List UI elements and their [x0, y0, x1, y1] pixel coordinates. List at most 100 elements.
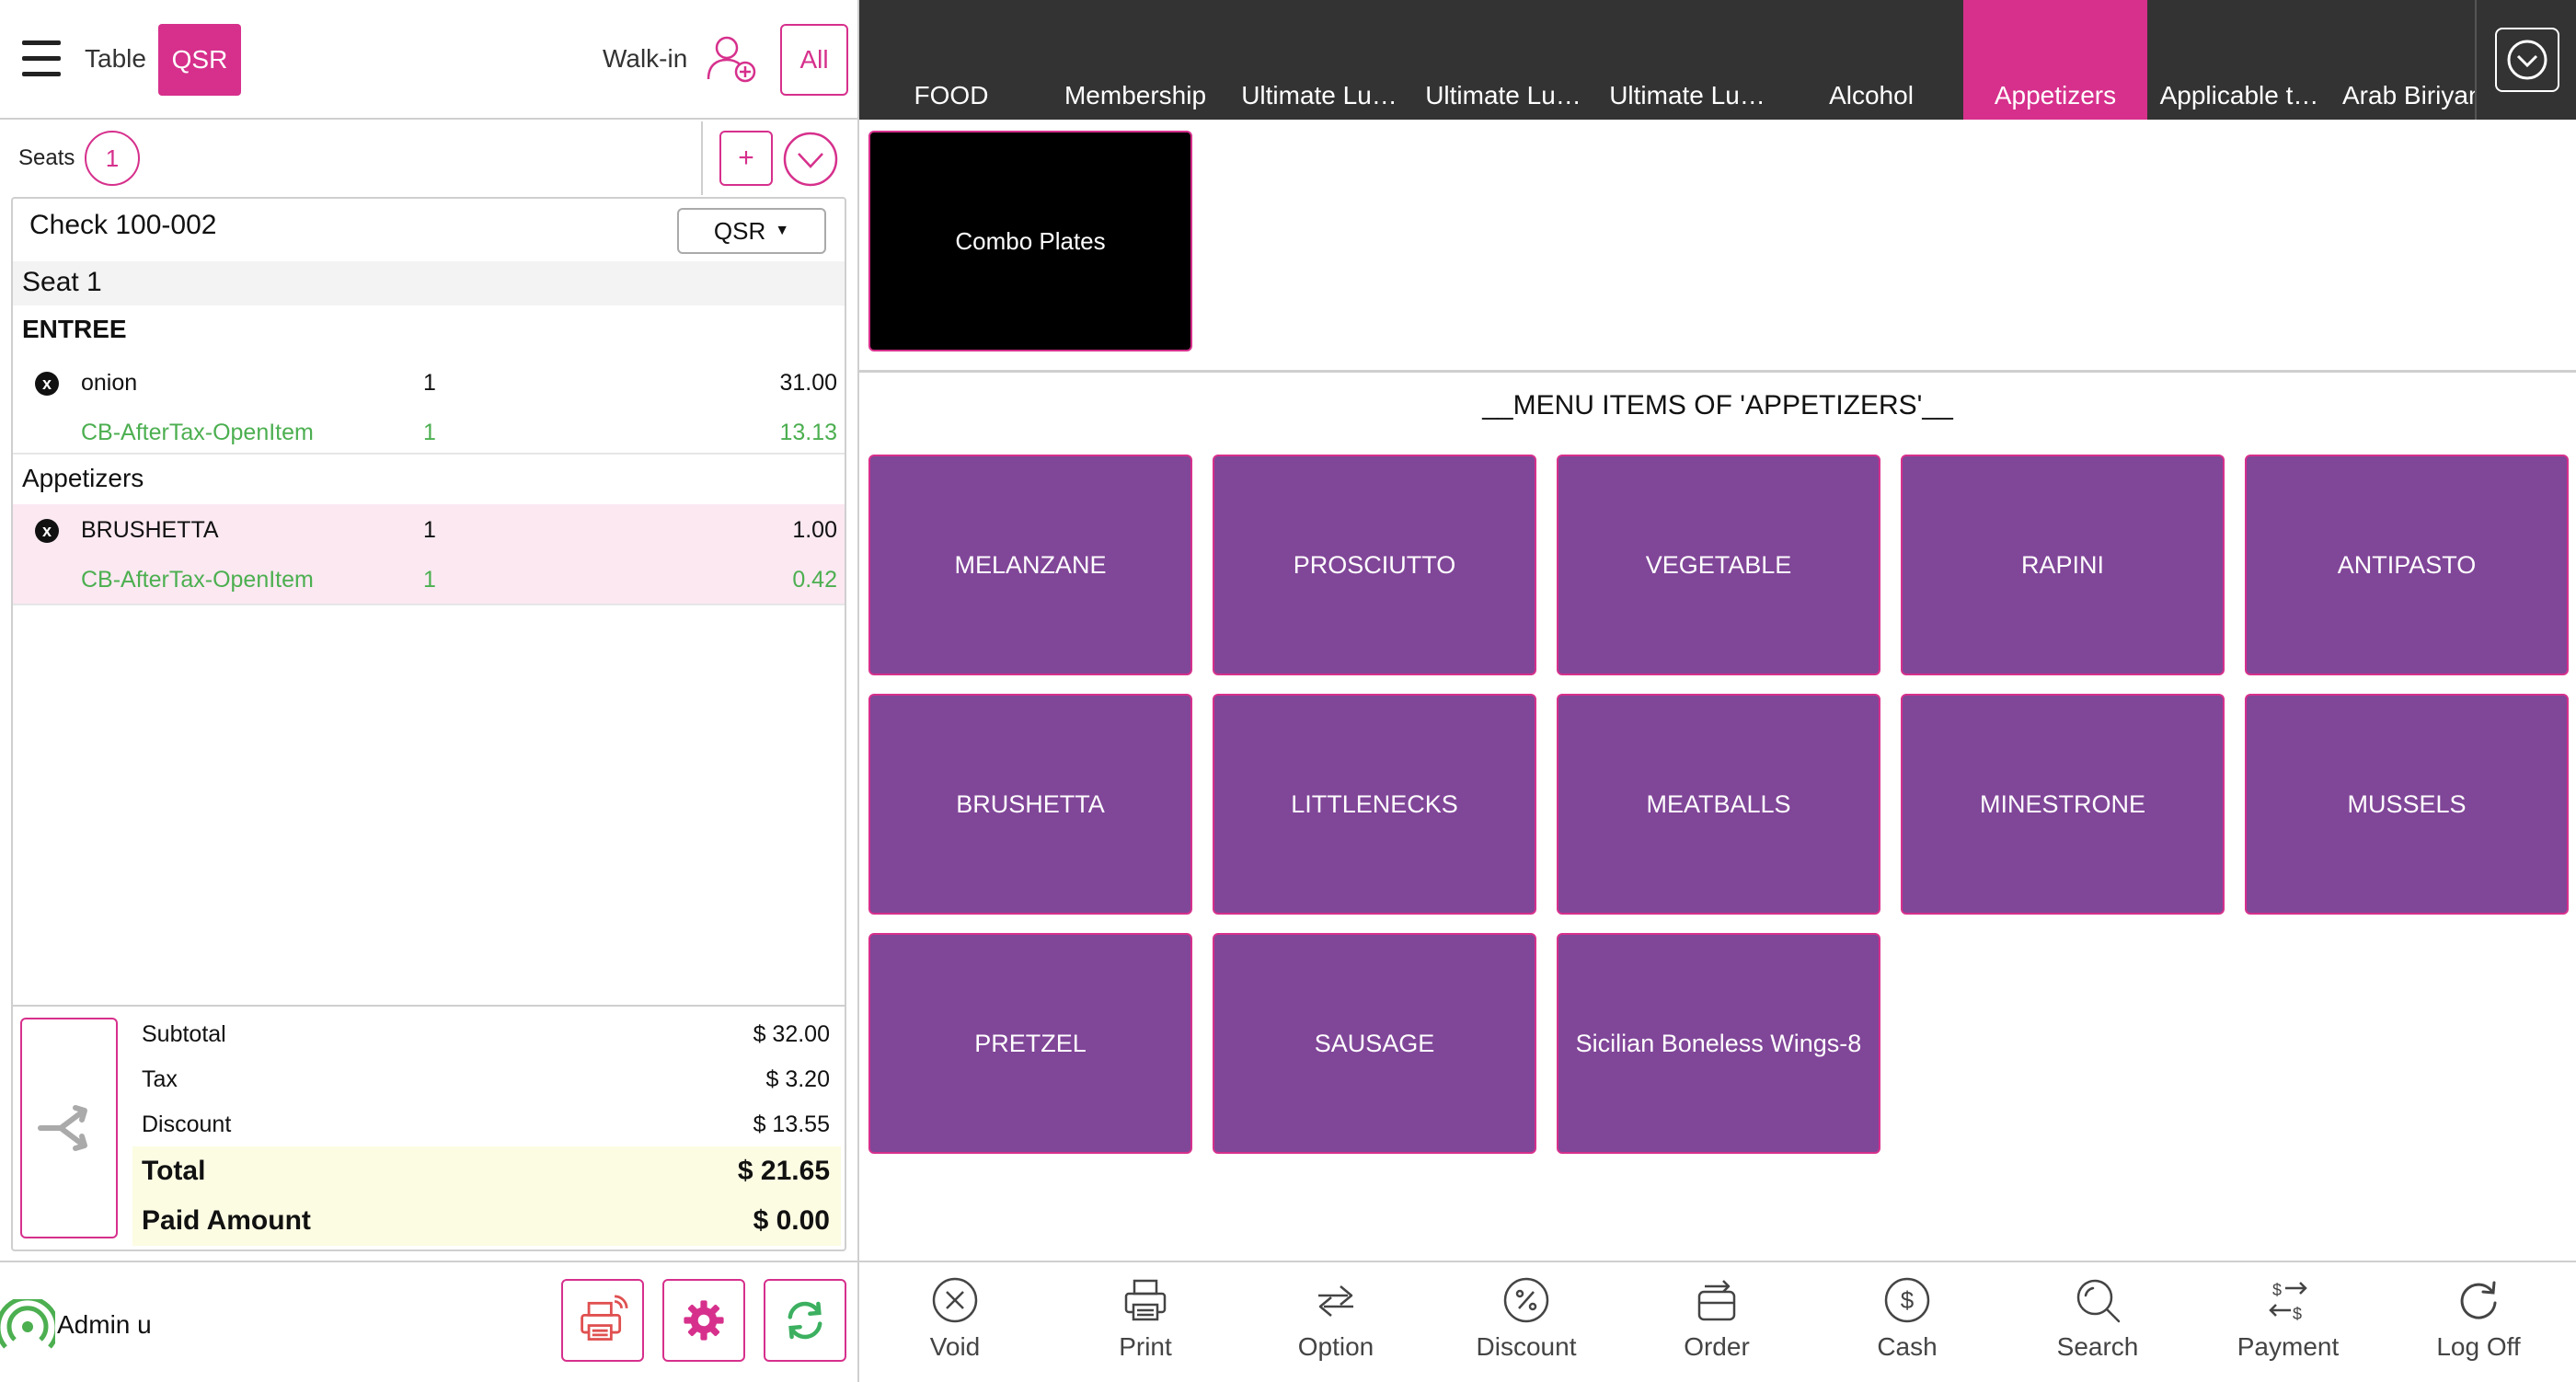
- order-modifier[interactable]: CB-AfterTax-OpenItem 1 13.13: [13, 407, 845, 456]
- order-item[interactable]: x onion 1 31.00: [13, 357, 845, 407]
- menu-item-meatballs[interactable]: MEATBALLS: [1557, 694, 1880, 915]
- tab-food[interactable]: FOOD: [859, 0, 1043, 120]
- user-name: Admin u: [57, 1310, 152, 1339]
- svg-text:$: $: [2272, 1281, 2282, 1299]
- discount-value: $ 13.55: [753, 1111, 830, 1137]
- discount-button[interactable]: Discount: [1431, 1275, 1622, 1376]
- order-modifier[interactable]: CB-AfterTax-OpenItem 1 0.42: [13, 554, 845, 604]
- item-name: BRUSHETTA: [81, 517, 219, 543]
- gear-icon[interactable]: [662, 1279, 745, 1362]
- menu-panel: FOOD Membership Ultimate Lu… Ultimate Lu…: [859, 0, 2576, 1382]
- category-tabs: FOOD Membership Ultimate Lu… Ultimate Lu…: [859, 0, 2576, 120]
- printer-icon[interactable]: [561, 1279, 644, 1362]
- chevron-down-icon[interactable]: [782, 131, 839, 188]
- option-button[interactable]: Option: [1240, 1275, 1432, 1376]
- search-icon: [2076, 1279, 2121, 1323]
- search-button[interactable]: Search: [2002, 1275, 2193, 1376]
- divider: [701, 121, 703, 195]
- menu-item-brushetta[interactable]: BRUSHETTA: [868, 694, 1192, 915]
- action-bar: Void Print Option Discount Order $ Cash …: [859, 1261, 2576, 1382]
- refresh-icon[interactable]: [764, 1279, 846, 1362]
- divider: [13, 453, 845, 455]
- modifier-qty: 1: [423, 420, 436, 445]
- tab-ultimate-lunch-1[interactable]: Ultimate Lu…: [1227, 0, 1411, 120]
- user-footer: Admin u: [0, 1261, 857, 1382]
- print-label: Print: [1119, 1332, 1172, 1361]
- order-button[interactable]: Order: [1621, 1275, 1812, 1376]
- search-label: Search: [2056, 1332, 2139, 1361]
- table-label[interactable]: Table: [85, 44, 146, 74]
- menu-item-mussels[interactable]: MUSSELS: [2245, 694, 2569, 915]
- item-qty: 1: [423, 517, 436, 543]
- tab-applicable[interactable]: Applicable t…: [2147, 0, 2331, 120]
- modifier-name: CB-AfterTax-OpenItem: [81, 420, 314, 445]
- menu-item-antipasto[interactable]: ANTIPASTO: [2245, 455, 2569, 675]
- payment-button[interactable]: $ $ Payment: [2192, 1275, 2384, 1376]
- total-label: Total: [142, 1156, 206, 1186]
- seats-bar: Seats 1 +: [0, 121, 857, 195]
- walkin-label: Walk-in: [603, 44, 688, 73]
- divider: [859, 370, 2576, 373]
- total-row: Total $ 21.65: [132, 1146, 841, 1196]
- add-seat-button[interactable]: +: [719, 131, 773, 186]
- chevron-down-icon[interactable]: [2495, 28, 2559, 92]
- subtotal-label: Subtotal: [142, 1021, 226, 1047]
- menu-section-title: __MENU ITEMS OF 'APPETIZERS'__: [1482, 390, 1953, 420]
- total-value: $ 21.65: [737, 1156, 830, 1186]
- add-customer-icon[interactable]: [705, 31, 762, 88]
- menu-item-melanzane[interactable]: MELANZANE: [868, 455, 1192, 675]
- split-icon: [38, 1105, 87, 1151]
- order-item[interactable]: x BRUSHETTA 1 1.00: [13, 504, 845, 554]
- hamburger-menu-icon[interactable]: [22, 40, 61, 77]
- menu-item-sausage[interactable]: SAUSAGE: [1213, 933, 1536, 1154]
- menu-item-littlenecks[interactable]: LITTLENECKS: [1213, 694, 1536, 915]
- modifier-price: 13.13: [779, 420, 837, 445]
- order-panel: Table QSR Walk-in All Seats 1 + Check 10…: [0, 0, 857, 1382]
- item-qty: 1: [423, 370, 436, 396]
- option-icon: [1318, 1285, 1353, 1317]
- discount-label: Discount: [1476, 1332, 1577, 1361]
- cash-label: Cash: [1877, 1332, 1938, 1361]
- menu-item-pretzel[interactable]: PRETZEL: [868, 933, 1192, 1154]
- tab-alcohol[interactable]: Alcohol: [1779, 0, 1963, 120]
- tab-membership[interactable]: Membership: [1043, 0, 1227, 120]
- order-icon: [1697, 1280, 1736, 1321]
- svg-text:$: $: [2293, 1305, 2302, 1323]
- print-button[interactable]: Print: [1050, 1275, 1241, 1376]
- section-title: Appetizers: [22, 464, 144, 492]
- menu-item-rapini[interactable]: RAPINI: [1901, 455, 2225, 675]
- seat-number-button[interactable]: 1: [85, 131, 140, 186]
- tab-ultimate-lunch-3[interactable]: Ultimate Lu…: [1595, 0, 1779, 120]
- tab-arab-biriyani[interactable]: Arab Biriyani: [2331, 0, 2478, 120]
- option-label: Option: [1297, 1332, 1374, 1361]
- subtotal-value: $ 32.00: [753, 1021, 830, 1047]
- divider: [13, 1005, 845, 1007]
- svg-text:$: $: [1901, 1286, 1915, 1314]
- section-title: ENTREE: [22, 315, 127, 343]
- logoff-button[interactable]: Log Off: [2383, 1275, 2574, 1376]
- qsr-button[interactable]: QSR: [158, 24, 241, 96]
- tab-appetizers[interactable]: Appetizers: [1963, 0, 2147, 120]
- check-title: Check 100-002: [29, 210, 217, 240]
- all-button[interactable]: All: [780, 24, 848, 96]
- tab-ultimate-lunch-2[interactable]: Ultimate Lu…: [1411, 0, 1595, 120]
- menu-item-prosciutto[interactable]: PROSCIUTTO: [1213, 455, 1536, 675]
- void-button[interactable]: Void: [859, 1275, 1051, 1376]
- menu-item-sicilian-wings[interactable]: Sicilian Boneless Wings-8: [1557, 933, 1880, 1154]
- seats-label: Seats: [18, 145, 75, 170]
- remove-item-icon[interactable]: x: [35, 372, 59, 396]
- order-type-value: QSR: [713, 216, 766, 245]
- seat-header[interactable]: Seat 1: [13, 261, 845, 305]
- subcategory-combo-plates[interactable]: Combo Plates: [868, 131, 1192, 351]
- cash-button[interactable]: $ Cash: [1811, 1275, 2003, 1376]
- menu-item-minestrone[interactable]: MINESTRONE: [1901, 694, 2225, 915]
- void-label: Void: [929, 1332, 981, 1361]
- print-icon: [1124, 1279, 1167, 1321]
- menu-item-vegetable[interactable]: VEGETABLE: [1557, 455, 1880, 675]
- online-status-icon: [0, 1296, 60, 1354]
- split-check-button[interactable]: [20, 1018, 118, 1238]
- remove-item-icon[interactable]: x: [35, 519, 59, 543]
- paid-row: Paid Amount $ 0.00: [132, 1196, 841, 1246]
- order-header: Table QSR Walk-in All: [0, 0, 857, 120]
- order-type-dropdown[interactable]: QSR ▼: [677, 208, 826, 254]
